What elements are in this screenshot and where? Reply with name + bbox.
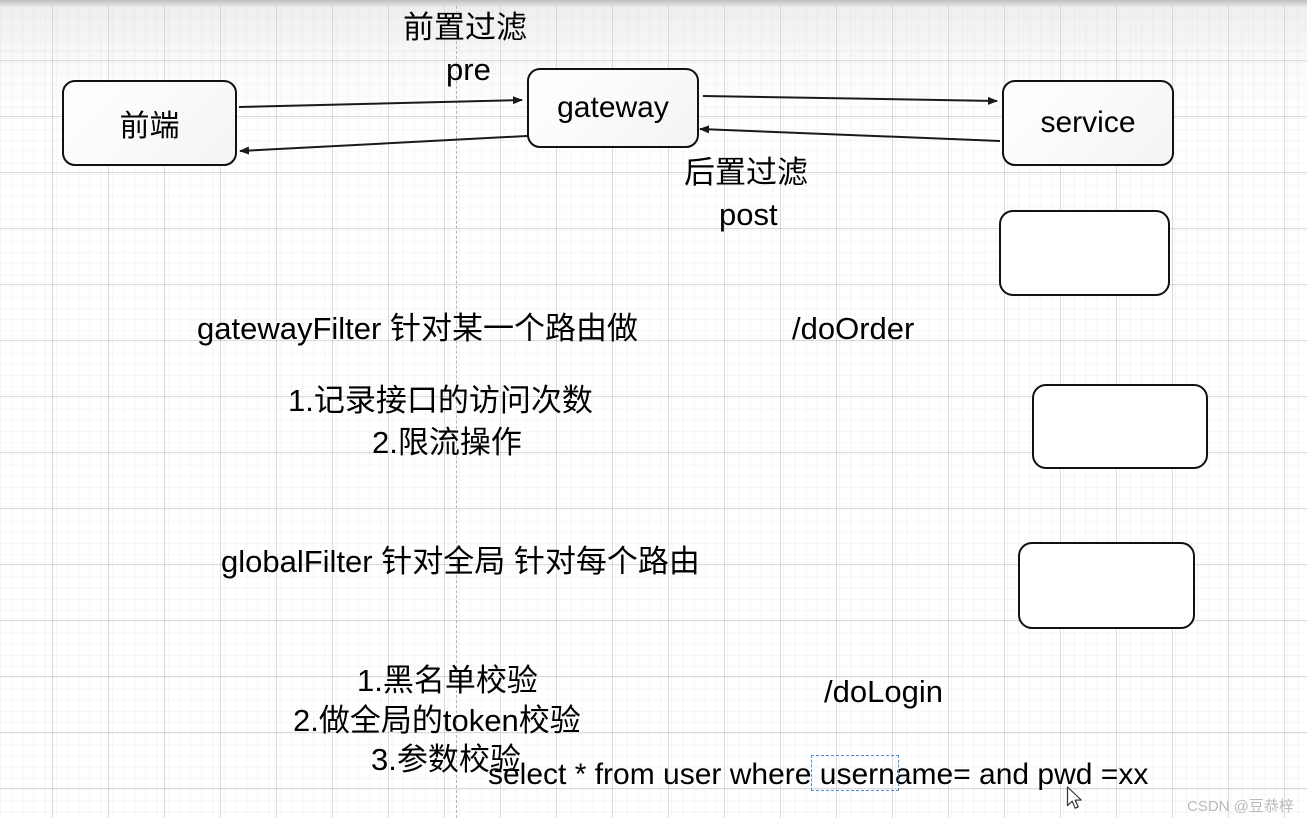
node-service[interactable]: service: [1002, 80, 1174, 166]
label-post-filter-en[interactable]: post: [719, 198, 778, 232]
label-post-filter-cn[interactable]: 后置过滤: [684, 156, 808, 190]
node-empty-3[interactable]: [1018, 542, 1195, 629]
node-label: 前端: [119, 110, 180, 143]
node-empty-1[interactable]: [999, 210, 1170, 296]
diagram-canvas: 前端 gateway service 前置过滤 pre 后置过滤 post gatewayF…: [0, 0, 1307, 818]
label-gf-item-1[interactable]: 1.记录接口的访问次数: [288, 384, 593, 418]
node-label: service: [1040, 106, 1136, 139]
node-empty-2[interactable]: [1032, 384, 1208, 469]
label-glf-item-2[interactable]: 2.做全局的token校验: [293, 704, 581, 738]
label-pre-filter-en[interactable]: pre: [446, 53, 491, 87]
label-do-order[interactable]: /doOrder: [792, 312, 914, 346]
label-gateway-filter[interactable]: gatewayFilter 针对某一个路由做: [197, 312, 638, 346]
label-gf-item-2[interactable]: 2.限流操作: [372, 426, 522, 460]
label-global-filter[interactable]: globalFilter 针对全局 针对每个路由: [221, 545, 700, 579]
node-gateway[interactable]: gateway: [527, 68, 699, 148]
node-label: gateway: [557, 91, 669, 124]
label-glf-item-1[interactable]: 1.黑名单校验: [357, 664, 538, 698]
label-do-login[interactable]: /doLogin: [824, 675, 943, 709]
selection-marquee[interactable]: [811, 755, 899, 791]
csdn-watermark: CSDN @豆恭梓: [1187, 798, 1294, 815]
label-pre-filter-cn[interactable]: 前置过滤: [403, 11, 527, 45]
node-frontend[interactable]: 前端: [62, 80, 237, 166]
